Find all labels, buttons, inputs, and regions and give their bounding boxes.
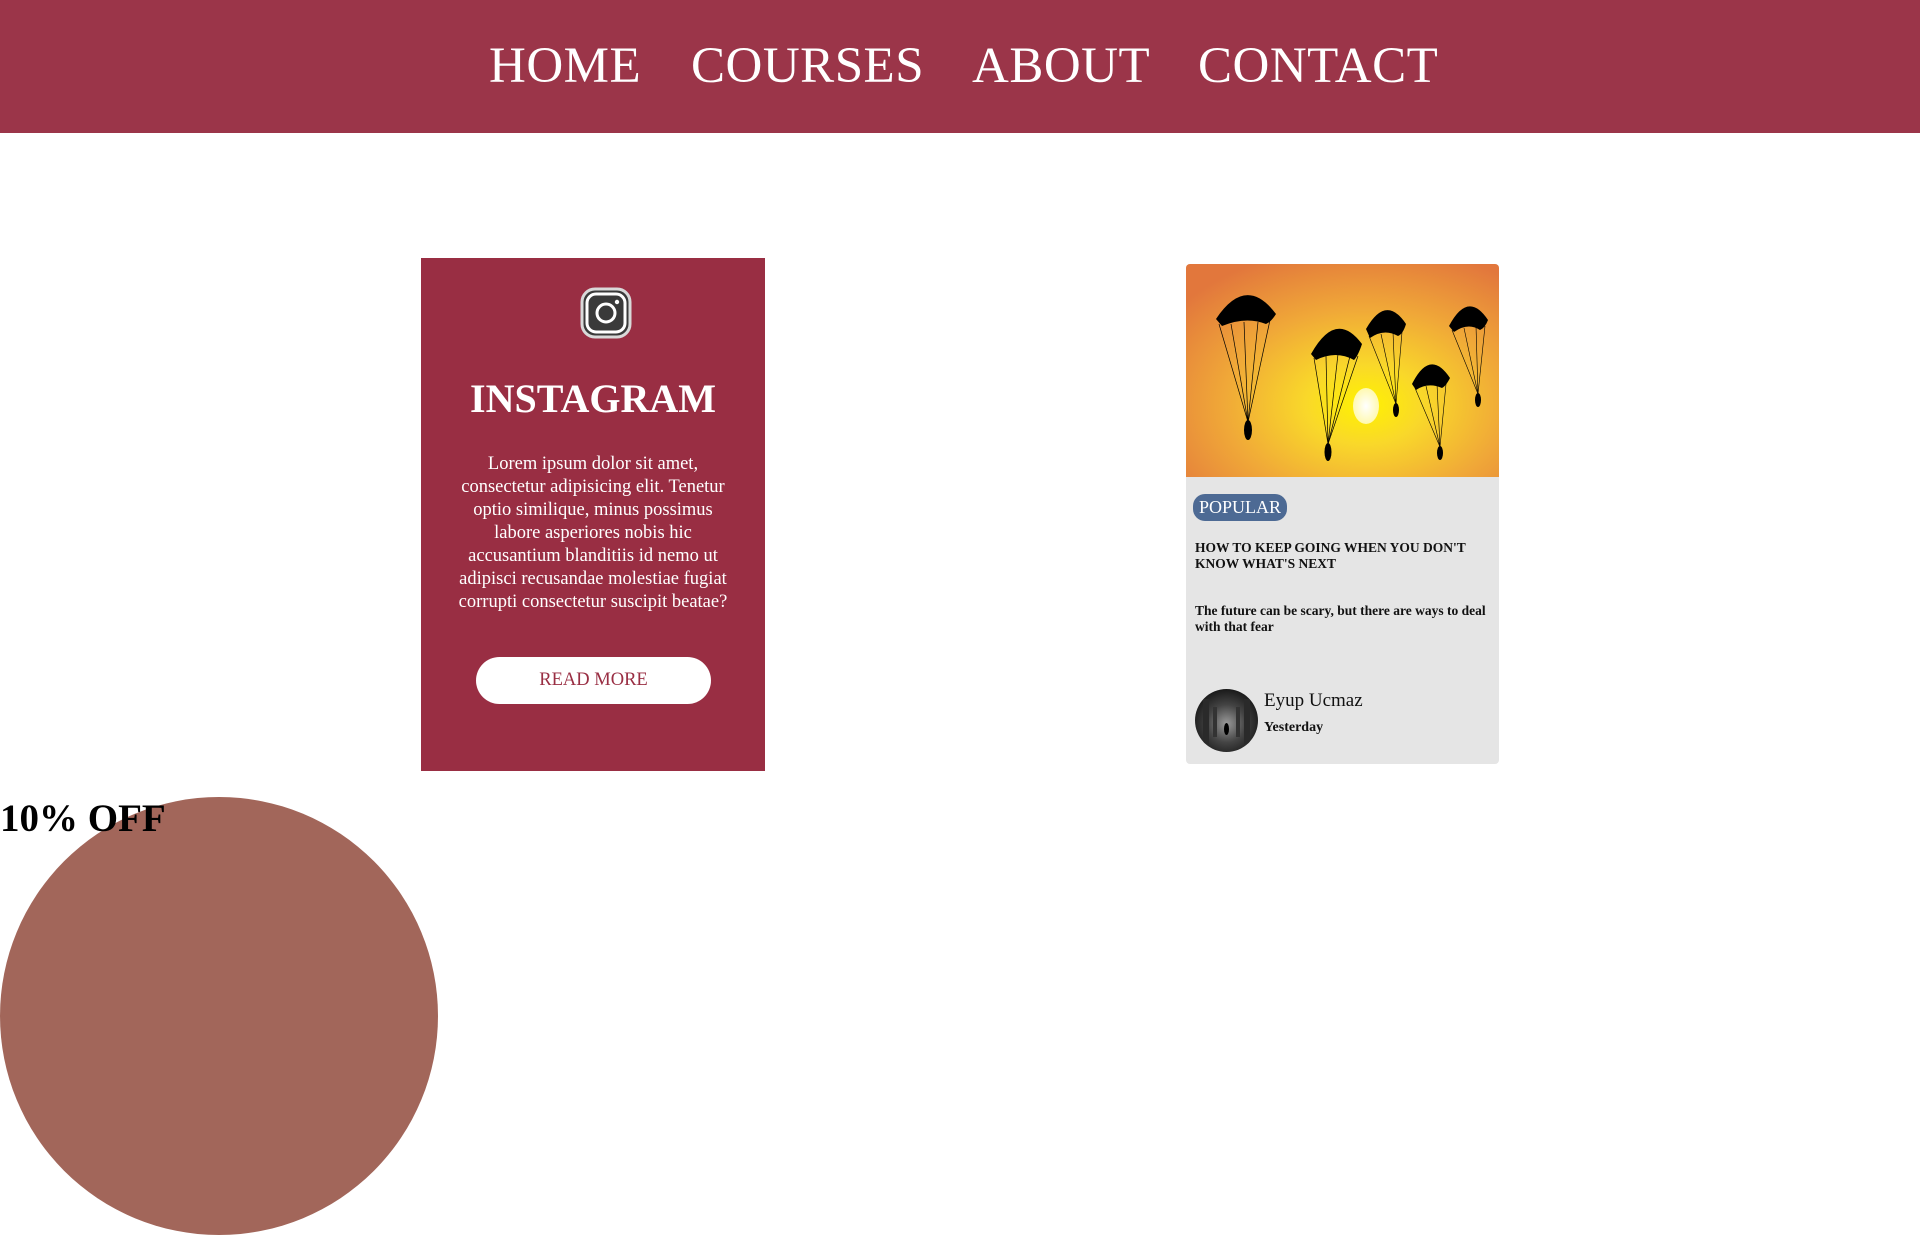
author-name: Eyup Ucmaz — [1264, 690, 1363, 711]
parachutes-image — [1186, 264, 1499, 477]
instagram-icon — [580, 287, 632, 339]
post-date: Yesterday — [1264, 720, 1324, 735]
discount-circle — [0, 797, 438, 1235]
popular-badge: POPULAR — [1193, 494, 1288, 521]
top-navbar: HOME COURSES ABOUT CONTACT — [0, 0, 1920, 133]
nav-courses-link[interactable]: COURSES — [691, 36, 924, 96]
nav-contact-link[interactable]: CONTACT — [1198, 36, 1438, 96]
blog-title[interactable]: HOW TO KEEP GOING WHEN YOU DON'T KNOW WH… — [1195, 540, 1493, 572]
nav-about-link[interactable]: ABOUT — [972, 36, 1150, 96]
author-avatar — [1195, 689, 1258, 752]
instagram-card: INSTAGRAM Lorem ipsum dolor sit amet, co… — [421, 258, 765, 771]
read-more-button[interactable]: READ MORE — [476, 657, 711, 704]
blog-subtitle: The future can be scary, but there are w… — [1195, 603, 1486, 634]
discount-label: 10% OFF — [0, 797, 166, 840]
blog-card[interactable]: POPULAR HOW TO KEEP GOING WHEN YOU DON'T… — [1186, 264, 1499, 764]
instagram-title: INSTAGRAM — [470, 376, 716, 421]
instagram-description: Lorem ipsum dolor sit amet, consectetur … — [458, 454, 728, 612]
nav-home-link[interactable]: HOME — [489, 36, 641, 96]
